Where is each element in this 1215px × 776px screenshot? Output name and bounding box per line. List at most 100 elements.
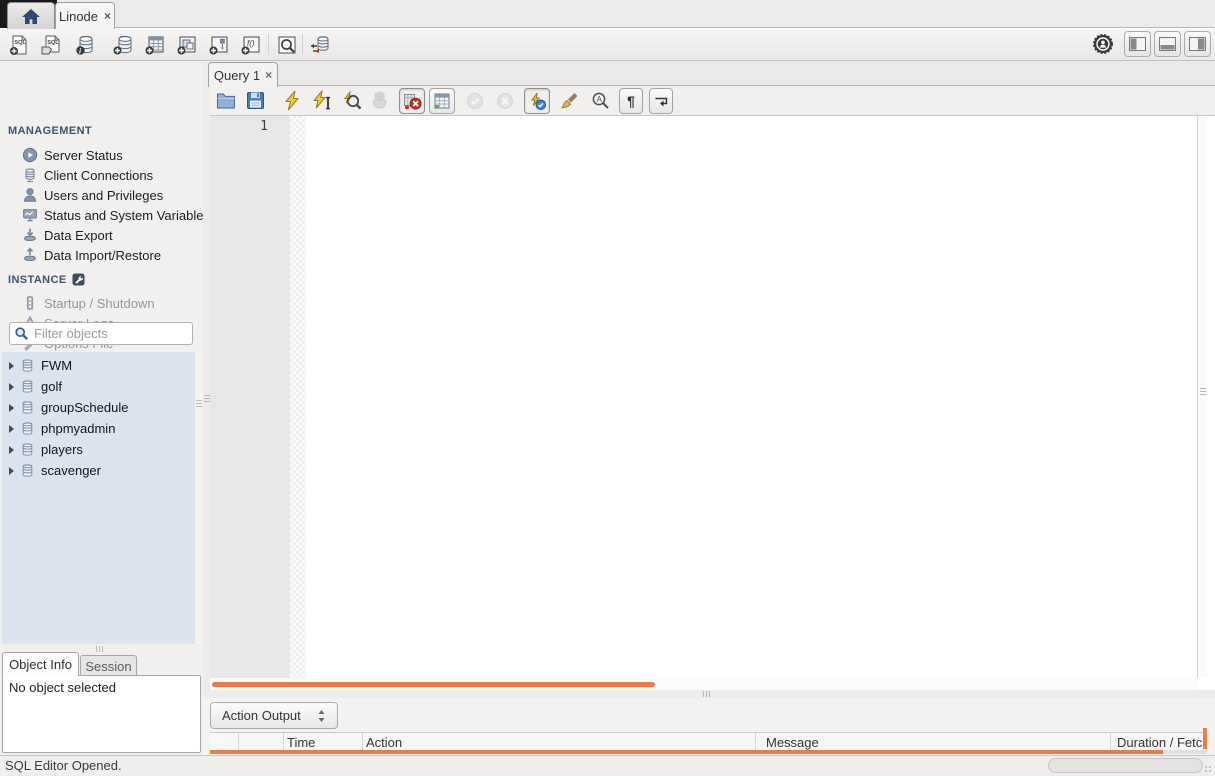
svg-text:SQL: SQL: [14, 40, 26, 46]
sql-editor-textarea[interactable]: [306, 116, 1197, 678]
server-status-icon: [22, 147, 38, 163]
column-header-time[interactable]: Time: [287, 735, 315, 750]
mysql-workbench-window: Linode × SQL SQL i f() MANAGEMENT Server…: [0, 0, 1215, 776]
status-message: SQL Editor Opened.: [5, 758, 122, 773]
tab-object-info[interactable]: Object Info: [2, 652, 79, 676]
home-tab[interactable]: [7, 2, 55, 29]
execute-current-statement-icon[interactable]: [312, 90, 333, 111]
tab-session[interactable]: Session: [80, 655, 137, 676]
schema-inspector-icon[interactable]: i: [74, 34, 97, 56]
right-panel-icon: [1189, 37, 1206, 51]
commit-icon[interactable]: [466, 92, 484, 110]
toggle-right-sidebar-button[interactable]: [1184, 31, 1211, 57]
editor-vertical-scrollbar[interactable]: [1197, 116, 1207, 678]
schema-item-phpmyadmin[interactable]: phpmyadmin: [2, 418, 195, 439]
schema-name: phpmyadmin: [41, 421, 116, 436]
open-sql-script-icon[interactable]: SQL: [40, 34, 62, 56]
expander-icon[interactable]: [9, 466, 14, 475]
column-header-action[interactable]: Action: [366, 735, 402, 750]
toggle-left-sidebar-button[interactable]: [1124, 31, 1151, 57]
left-panel-icon: [1129, 37, 1146, 51]
schema-item-fwm[interactable]: FWM: [2, 355, 195, 376]
beautify-icon[interactable]: [560, 92, 580, 110]
limit-rows-button[interactable]: [429, 88, 455, 114]
preferences-gear-icon[interactable]: [1092, 33, 1114, 55]
reconnect-dbms-icon[interactable]: [308, 33, 332, 57]
toggle-stop-on-error-button[interactable]: [399, 88, 425, 114]
user-icon: [22, 187, 38, 203]
sidebar-item-label: Data Export: [44, 227, 113, 243]
schema-list-scrollbar[interactable]: [195, 352, 203, 644]
toggle-word-wrap-button[interactable]: [649, 88, 673, 114]
toggle-bottom-panel-button[interactable]: [1154, 31, 1181, 57]
sidebar-item-client-connections[interactable]: Client Connections: [0, 165, 203, 185]
status-progress-area: [1048, 758, 1203, 773]
wrap-arrow-icon: [654, 95, 669, 108]
schema-db-icon: [20, 463, 35, 478]
schema-filter-input[interactable]: [32, 325, 212, 342]
sidebar-item-data-export[interactable]: Data Export: [0, 225, 203, 245]
save-script-icon[interactable]: [246, 91, 265, 110]
connection-tab-linode[interactable]: Linode ×: [55, 2, 115, 29]
new-sql-tab-icon[interactable]: SQL: [8, 34, 30, 56]
rollback-icon[interactable]: [496, 92, 514, 110]
create-schema-icon[interactable]: [112, 34, 135, 56]
startup-shutdown-icon: [22, 295, 38, 311]
output-view-selector[interactable]: Action Output: [210, 702, 338, 729]
sidebar-item-status-system-variables[interactable]: Status and System Variables: [0, 205, 203, 225]
editor-hscroll-thumb[interactable]: [212, 682, 655, 687]
toolbar-separator: [268, 34, 269, 54]
create-routine-icon[interactable]: [208, 34, 230, 56]
open-script-icon[interactable]: [216, 92, 236, 110]
instance-admin-icon: [72, 273, 85, 286]
show-invisibles-button[interactable]: ¶: [619, 88, 643, 114]
explain-icon[interactable]: [341, 90, 362, 111]
vertical-splitter[interactable]: [203, 61, 210, 755]
output-horizontal-scrollbar[interactable]: [210, 750, 1207, 754]
spinner-arrows-icon: [317, 709, 326, 723]
sidebar-item-label: Client Connections: [44, 167, 154, 183]
output-vscroll-thumb[interactable]: [1203, 728, 1207, 749]
code-folding-margin: [290, 116, 306, 678]
sidebar-item-startup-shutdown[interactable]: Startup / Shutdown: [0, 293, 203, 313]
sidebar-item-label: Status and System Variables: [44, 207, 203, 223]
schema-item-scavenger[interactable]: scavenger: [2, 460, 195, 481]
schema-item-golf[interactable]: golf: [2, 376, 195, 397]
close-tab-icon[interactable]: ×: [104, 10, 111, 22]
tab-query-1[interactable]: Query 1 ×: [208, 62, 278, 87]
expander-icon[interactable]: [9, 382, 14, 391]
expander-icon[interactable]: [9, 403, 14, 412]
output-selector-label: Action Output: [222, 708, 301, 723]
sidebar-item-users-privileges[interactable]: Users and Privileges: [0, 185, 203, 205]
output-hscroll-thumb[interactable]: [210, 750, 1163, 754]
search-table-data-icon[interactable]: [276, 34, 298, 56]
create-view-icon[interactable]: [176, 34, 198, 56]
close-query-tab-icon[interactable]: ×: [265, 69, 272, 81]
stop-on-error-icon: [403, 92, 422, 111]
svg-text:f(): f(): [247, 39, 255, 48]
management-section-title: MANAGEMENT: [8, 125, 93, 137]
horizontal-splitter[interactable]: [203, 690, 1215, 698]
object-info-text: No object selected: [9, 680, 116, 695]
column-header-duration-fetch[interactable]: Duration / Fetch: [1117, 735, 1207, 750]
execute-icon[interactable]: [283, 90, 301, 111]
toggle-autocommit-button[interactable]: [524, 88, 550, 114]
sidebar-item-data-import-restore[interactable]: Data Import/Restore: [0, 245, 203, 265]
schema-item-players[interactable]: players: [2, 439, 195, 460]
create-table-icon[interactable]: [144, 34, 166, 56]
limit-rows-icon: [433, 92, 451, 110]
sidebar-splitter-grip[interactable]: [96, 646, 103, 652]
stop-icon[interactable]: [370, 90, 391, 111]
find-icon[interactable]: A: [591, 91, 610, 111]
expander-icon[interactable]: [9, 361, 14, 370]
client-connections-icon: [22, 167, 38, 183]
column-header-message[interactable]: Message: [766, 735, 819, 750]
sidebar-item-server-status[interactable]: Server Status: [0, 145, 203, 165]
expander-icon[interactable]: [9, 445, 14, 454]
schema-filter-box: [9, 322, 212, 345]
resize-grip-icon[interactable]: [1204, 765, 1212, 773]
sidebar-item-label: Startup / Shutdown: [44, 295, 155, 311]
schema-item-groupschedule[interactable]: groupSchedule: [2, 397, 195, 418]
expander-icon[interactable]: [9, 424, 14, 433]
create-function-icon[interactable]: f(): [240, 34, 262, 56]
